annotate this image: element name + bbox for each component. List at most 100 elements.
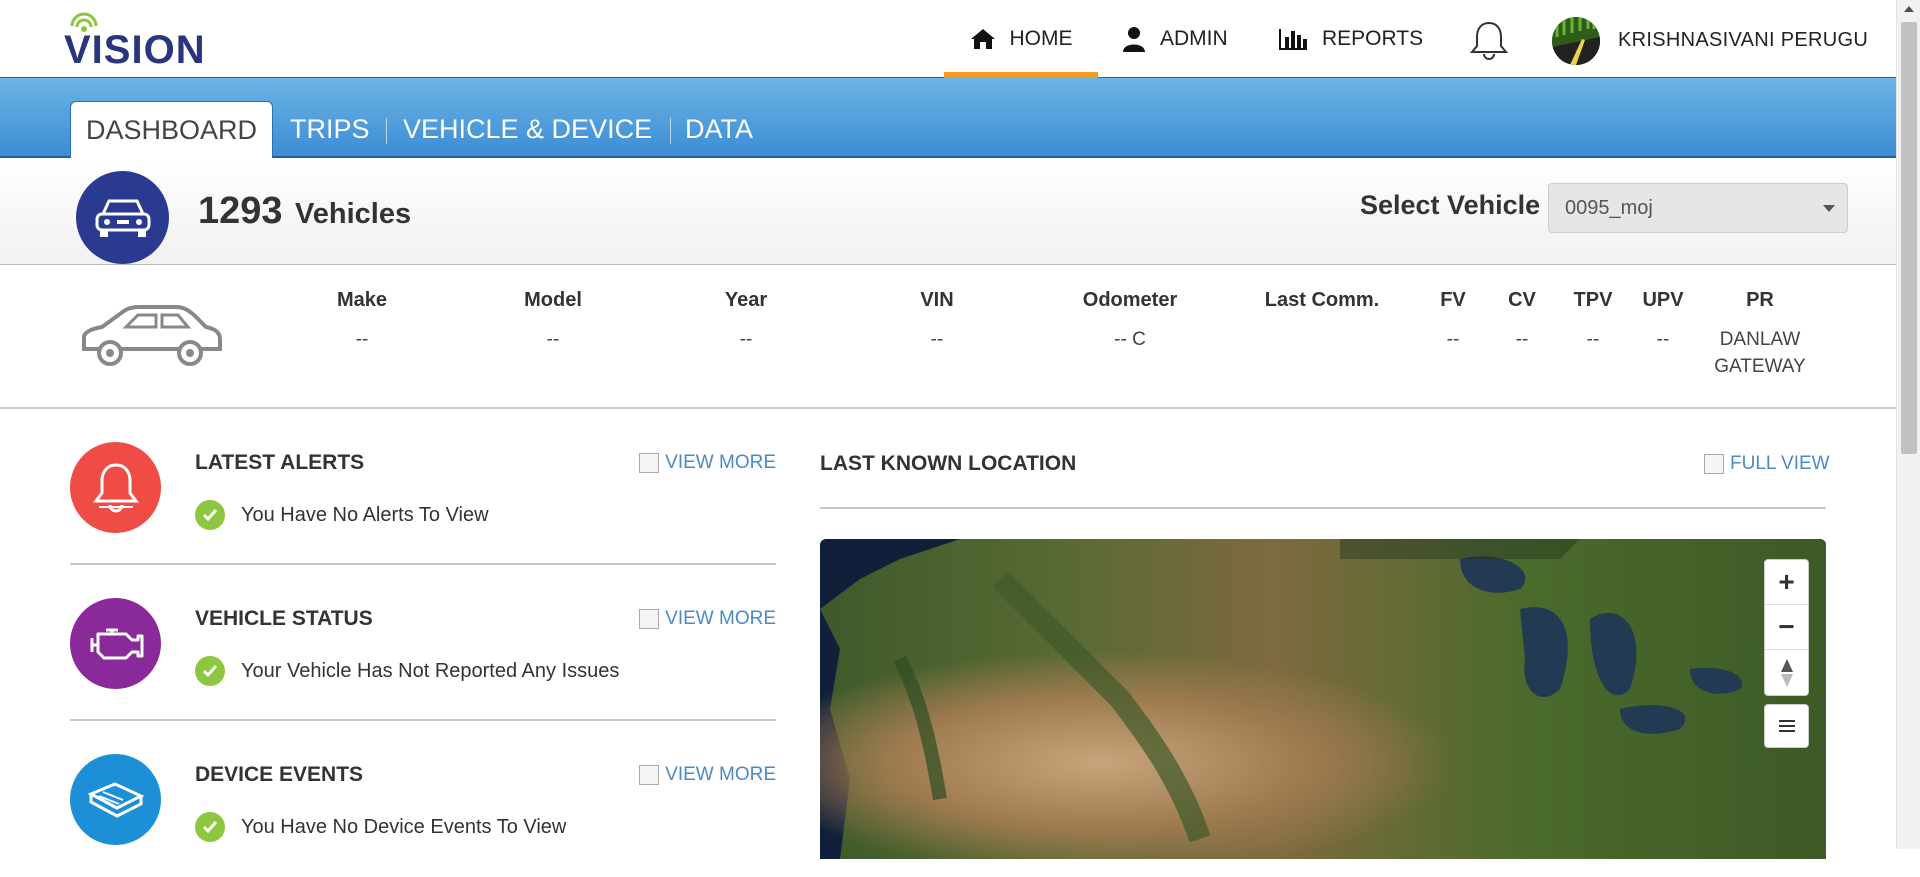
- info-col-cv: CV --: [1507, 289, 1537, 353]
- external-link-icon: [639, 765, 660, 785]
- scroll-thumb[interactable]: [1901, 22, 1917, 454]
- check-circle-icon: [195, 812, 225, 842]
- top-header: VISION HOME ADMIN REPORTS KRISHNASIVANI …: [0, 0, 1896, 79]
- info-header: Make: [337, 289, 388, 311]
- device-icon: [87, 781, 144, 818]
- device-events-message-text: You Have No Device Events To View: [241, 815, 567, 838]
- vehicle-info-row: Make -- Model -- Year -- VIN -- Odometer…: [0, 265, 1896, 409]
- info-col-year: Year --: [722, 289, 770, 353]
- alerts-message-text: You Have No Alerts To View: [241, 503, 489, 526]
- notifications-bell-icon[interactable]: [1468, 20, 1510, 60]
- vehicle-status-message-text: Your Vehicle Has Not Reported Any Issues: [241, 659, 620, 682]
- zoom-out-button[interactable]: −: [1765, 605, 1808, 650]
- user-icon: [1123, 27, 1145, 52]
- tab-separator: [386, 118, 387, 144]
- hamburger-menu-icon: [1778, 720, 1795, 732]
- selected-vehicle-value: 0095_moj: [1565, 196, 1653, 219]
- chevron-down-icon: [1823, 205, 1835, 212]
- info-value: --: [1656, 329, 1670, 350]
- tab-vehicle-device[interactable]: VEHICLE & DEVICE: [403, 101, 652, 158]
- home-icon: [970, 29, 995, 49]
- info-col-make: Make --: [337, 289, 387, 353]
- device-events-message: You Have No Device Events To View: [195, 812, 566, 842]
- info-value: --: [1515, 329, 1529, 350]
- pr-value-line2: GATEWAY: [1714, 356, 1806, 377]
- vehicle-status-badge: [70, 598, 161, 689]
- alerts-view-more-link[interactable]: VIEW MORE: [639, 452, 776, 474]
- info-header: Model: [524, 289, 582, 311]
- info-header: TPV: [1573, 289, 1613, 311]
- bar-chart-icon: [1279, 29, 1307, 50]
- info-value: --: [1586, 329, 1600, 350]
- info-value: --: [355, 329, 369, 350]
- external-link-icon: [639, 609, 660, 629]
- vehicle-status-title: VEHICLE STATUS: [195, 607, 373, 630]
- full-view-label: FULL VIEW: [1730, 453, 1830, 474]
- avatar[interactable]: [1552, 17, 1600, 65]
- tab-data[interactable]: DATA: [685, 101, 753, 158]
- info-value: --: [739, 329, 753, 350]
- car-side-icon: [82, 305, 222, 366]
- info-value: --: [1446, 329, 1460, 350]
- info-header: CV: [1508, 289, 1536, 311]
- compass-icon: [1780, 658, 1793, 687]
- vehicle-select[interactable]: 0095_moj: [1548, 183, 1848, 233]
- nav-admin[interactable]: ADMIN: [1122, 0, 1228, 78]
- vehicle-summary-bar: 1293 Vehicles Select Vehicle 0095_moj: [0, 158, 1896, 265]
- external-link-icon: [1704, 454, 1724, 474]
- device-events-title: DEVICE EVENTS: [195, 763, 364, 786]
- location-map[interactable]: [820, 539, 1826, 859]
- info-col-fv: FV --: [1438, 289, 1468, 353]
- tab-dashboard[interactable]: DASHBOARD: [70, 101, 274, 159]
- device-events-view-more-link[interactable]: VIEW MORE: [639, 764, 776, 786]
- page-scrollbar[interactable]: [1896, 0, 1920, 849]
- info-value: --: [930, 329, 944, 350]
- info-header: PR: [1746, 289, 1774, 311]
- compass-reset-button[interactable]: [1765, 650, 1808, 695]
- vehicle-status-view-more-link[interactable]: VIEW MORE: [639, 608, 776, 630]
- alerts-message: You Have No Alerts To View: [195, 500, 489, 530]
- select-vehicle-label: Select Vehicle: [1360, 190, 1541, 220]
- device-events-badge: [70, 754, 161, 845]
- vehicle-count: 1293: [198, 190, 283, 232]
- latest-alerts-section: LATEST ALERTS VIEW MORE You Have No Aler…: [70, 409, 776, 565]
- info-header: UPV: [1642, 289, 1684, 311]
- map-full-view-link[interactable]: FULL VIEW: [1704, 453, 1830, 475]
- check-circle-icon: [195, 500, 225, 530]
- car-front-icon: [95, 199, 150, 237]
- info-col-model: Model --: [523, 289, 583, 353]
- layers-menu-button[interactable]: [1765, 705, 1808, 747]
- external-link-icon: [639, 453, 660, 473]
- username[interactable]: KRISHNASIVANI PERUGU: [1618, 29, 1868, 52]
- zoom-in-button[interactable]: +: [1765, 560, 1808, 605]
- device-events-section: DEVICE EVENTS VIEW MORE You Have No Devi…: [70, 721, 776, 877]
- info-value: DANLAW GATEWAY: [1700, 326, 1820, 380]
- vehicle-count-badge: [76, 171, 169, 264]
- alerts-badge: [70, 442, 161, 533]
- map-layers-control: [1764, 704, 1809, 748]
- section-tabs: DASHBOARD TRIPS VEHICLE & DEVICE DATA: [0, 78, 1896, 159]
- info-col-vin: VIN --: [918, 289, 956, 353]
- info-col-pr: PR DANLAW GATEWAY: [1700, 289, 1820, 380]
- satellite-map-image: [820, 539, 1826, 859]
- info-header: Year: [724, 289, 768, 311]
- check-circle-icon: [195, 656, 225, 686]
- vehicle-count-label: Vehicles: [295, 198, 412, 230]
- map-divider: [820, 507, 1826, 509]
- vehicle-status-message: Your Vehicle Has Not Reported Any Issues: [195, 656, 619, 686]
- info-header: FV: [1440, 289, 1466, 311]
- nav-home[interactable]: HOME: [944, 0, 1098, 79]
- map-title: LAST KNOWN LOCATION: [820, 452, 1077, 475]
- logo-text: VISION: [64, 28, 206, 72]
- tab-trips[interactable]: TRIPS: [290, 101, 370, 158]
- view-more-label: VIEW MORE: [665, 452, 776, 473]
- tab-separator: [670, 118, 671, 144]
- view-more-label: VIEW MORE: [665, 608, 776, 629]
- info-value: --: [546, 329, 560, 350]
- info-col-tpv: TPV --: [1572, 289, 1614, 353]
- vision-logo[interactable]: VISION: [64, 12, 244, 72]
- view-more-label: VIEW MORE: [665, 764, 776, 785]
- scroll-up-arrow-icon[interactable]: [1904, 6, 1914, 12]
- engine-icon: [90, 628, 143, 659]
- nav-reports[interactable]: REPORTS: [1278, 0, 1423, 78]
